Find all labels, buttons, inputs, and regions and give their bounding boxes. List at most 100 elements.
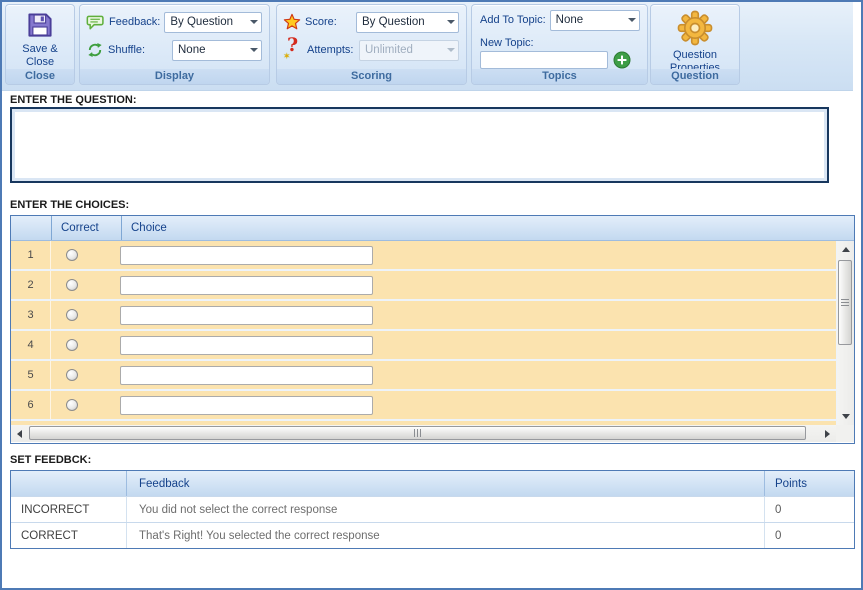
ribbon-group-label-display: Display	[80, 69, 269, 84]
set-feedback-label: SET FEEDBCK:	[10, 454, 91, 466]
scroll-up-button[interactable]	[837, 242, 854, 257]
choice-input[interactable]	[120, 396, 373, 415]
scrollbar-corner	[836, 425, 854, 442]
choice-row: 4	[11, 331, 836, 359]
chevron-down-icon	[246, 41, 261, 60]
ribbon-group-topics: Add To Topic: None New Topic: Topics	[471, 4, 648, 85]
add-to-topic-dropdown-value: None	[556, 14, 624, 26]
choice-input[interactable]	[120, 246, 373, 265]
attempts-dropdown-value: Unlimited	[365, 44, 443, 56]
choices-table-body: 1 2 3 4	[11, 241, 854, 442]
choice-row-number: 1	[11, 241, 51, 269]
choice-row-number: 4	[11, 331, 51, 359]
choice-row: 5	[11, 361, 836, 389]
choice-row-number: 6	[11, 391, 51, 419]
shuffle-dropdown[interactable]: None	[172, 40, 262, 61]
new-topic-input[interactable]	[480, 51, 608, 69]
choice-row-number: 5	[11, 361, 51, 389]
correct-radio[interactable]	[66, 249, 78, 261]
choice-row-number: 3	[11, 301, 51, 329]
scroll-left-button[interactable]	[12, 425, 27, 442]
add-to-topic-dropdown[interactable]: None	[550, 10, 640, 31]
feedback-row-incorrect: INCORRECT You did not select the correct…	[11, 496, 854, 522]
choice-row: 2	[11, 271, 836, 299]
correct-radio[interactable]	[66, 399, 78, 411]
feedback-row-points[interactable]: 0	[764, 523, 854, 548]
save-close-button[interactable]: Save & Close	[9, 8, 71, 67]
horizontal-scrollbar-thumb[interactable]	[29, 426, 806, 440]
add-topic-button[interactable]	[613, 51, 631, 69]
ribbon-group-label-topics: Topics	[472, 69, 647, 84]
score-dropdown[interactable]: By Question	[356, 12, 459, 33]
arrow-right-icon	[825, 430, 830, 438]
feedback-row-type: INCORRECT	[11, 497, 126, 522]
feedback-row-correct: CORRECT That's Right! You selected the c…	[11, 522, 854, 548]
save-close-button-label: Save & Close	[15, 43, 65, 69]
choice-row: 1	[11, 241, 836, 269]
score-star-icon	[283, 13, 301, 31]
chevron-down-icon	[246, 13, 261, 32]
feedback-label: Feedback:	[109, 16, 160, 28]
choices-header-number-cell	[11, 216, 51, 240]
shuffle-dropdown-value: None	[178, 44, 246, 56]
choices-table-header: Correct Choice	[11, 216, 854, 241]
feedback-row-text[interactable]: You did not select the correct response	[126, 497, 764, 522]
choices-horizontal-scrollbar[interactable]	[11, 425, 836, 442]
choice-row-number: 2	[11, 271, 51, 299]
choices-vertical-scrollbar[interactable]	[837, 241, 854, 425]
choice-input[interactable]	[120, 336, 373, 355]
chevron-down-icon	[443, 41, 458, 60]
feedback-row-type: CORRECT	[11, 523, 126, 548]
shuffle-label: Shuffle:	[108, 44, 145, 56]
choice-row: 3	[11, 301, 836, 329]
ribbon-group-label-question: Question	[651, 69, 739, 84]
choices-table: Correct Choice 1 2 3	[10, 215, 855, 444]
choices-header-correct: Correct	[51, 216, 121, 240]
ribbon-group-label-scoring: Scoring	[277, 69, 466, 84]
feedback-dropdown-value: By Question	[170, 16, 246, 28]
correct-radio[interactable]	[66, 369, 78, 381]
arrow-up-icon	[842, 247, 850, 252]
attempts-dropdown: Unlimited	[359, 40, 459, 61]
enter-choices-label: ENTER THE CHOICES:	[10, 199, 129, 211]
score-label: Score:	[305, 16, 337, 28]
feedback-row-text[interactable]: That's Right! You selected the correct r…	[126, 523, 764, 548]
ribbon-group-question: Question Properties Question	[650, 4, 740, 85]
feedback-table-header: Feedback Points	[11, 471, 854, 496]
chevron-down-icon	[624, 11, 639, 30]
attempts-question-icon: ?✶	[283, 38, 303, 62]
question-editor-window: Save & Close Close Feedback: By Question	[0, 0, 863, 590]
save-icon	[25, 10, 55, 40]
correct-radio[interactable]	[66, 339, 78, 351]
attempts-label: Attempts:	[307, 44, 353, 56]
enter-question-label: ENTER THE QUESTION:	[10, 94, 137, 106]
question-input[interactable]	[10, 107, 829, 183]
ribbon-group-display: Feedback: By Question Shuffle:	[79, 4, 270, 85]
choice-row: 6	[11, 391, 836, 419]
scroll-right-button[interactable]	[820, 425, 835, 442]
feedback-header-points: Points	[764, 471, 854, 496]
score-dropdown-value: By Question	[362, 16, 443, 28]
feedback-dropdown[interactable]: By Question	[164, 12, 262, 33]
correct-radio[interactable]	[66, 309, 78, 321]
choice-input[interactable]	[120, 276, 373, 295]
feedback-header-feedback: Feedback	[126, 471, 764, 496]
arrow-down-icon	[842, 414, 850, 419]
add-to-topic-label: Add To Topic:	[480, 14, 546, 26]
vertical-scrollbar-thumb[interactable]	[838, 260, 852, 345]
feedback-table: Feedback Points INCORRECT You did not se…	[10, 470, 855, 549]
plus-circle-icon	[613, 51, 631, 69]
feedback-icon	[86, 13, 105, 32]
correct-radio[interactable]	[66, 279, 78, 291]
choice-input[interactable]	[120, 366, 373, 385]
choice-input[interactable]	[120, 306, 373, 325]
ribbon-toolbar: Save & Close Close Feedback: By Question	[2, 2, 853, 91]
gear-icon	[677, 10, 713, 46]
choices-header-choice: Choice	[121, 216, 854, 240]
scroll-down-button[interactable]	[837, 409, 854, 424]
question-properties-button[interactable]: Question Properties	[654, 8, 736, 67]
ribbon-group-close: Save & Close Close	[5, 4, 75, 85]
ribbon-group-scoring: Score: By Question ?✶ Attempts: Unlimite…	[276, 4, 467, 85]
arrow-left-icon	[17, 430, 22, 438]
feedback-row-points[interactable]: 0	[764, 497, 854, 522]
